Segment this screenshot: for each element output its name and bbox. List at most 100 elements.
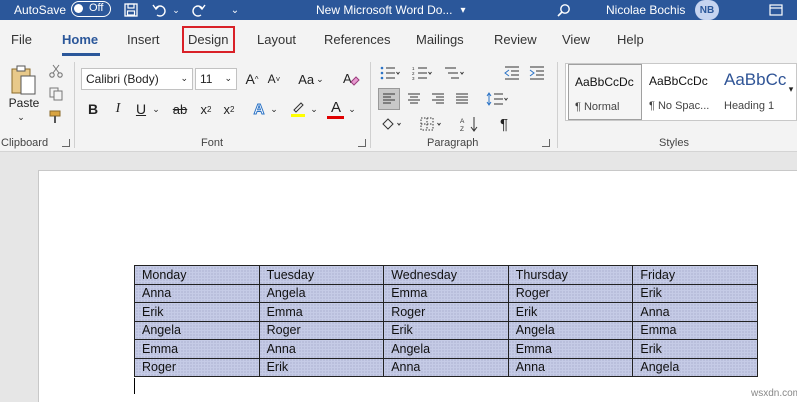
- copy-icon[interactable]: [47, 85, 65, 103]
- table-cell[interactable]: Erik: [632, 339, 758, 359]
- justify-button[interactable]: [451, 88, 473, 110]
- undo-dropdown-icon[interactable]: ⌄: [170, 0, 182, 20]
- shading-icon[interactable]: [378, 114, 406, 134]
- grow-font-icon[interactable]: A ^: [242, 68, 262, 90]
- underline-button[interactable]: U: [132, 98, 150, 120]
- table-cell[interactable]: Angela: [258, 283, 385, 303]
- multilevel-list-icon[interactable]: [442, 64, 466, 82]
- avatar[interactable]: NB: [695, 0, 719, 20]
- tab-file[interactable]: File: [11, 32, 32, 47]
- tab-mailings[interactable]: Mailings: [416, 32, 464, 47]
- align-left-button[interactable]: [378, 88, 400, 110]
- table-cell[interactable]: Roger: [134, 357, 260, 377]
- style-no-spacing[interactable]: AaBbCcDc ¶ No Spac...: [643, 64, 717, 120]
- table-cell[interactable]: Roger: [383, 302, 509, 322]
- tab-home[interactable]: Home: [62, 32, 98, 47]
- table-cell[interactable]: Emma: [134, 339, 260, 359]
- table-cell[interactable]: Angela: [383, 339, 509, 359]
- format-painter-icon[interactable]: [47, 108, 65, 126]
- table-cell[interactable]: Anna: [383, 357, 509, 377]
- numbering-icon[interactable]: 123: [410, 64, 434, 82]
- redo-icon[interactable]: [188, 0, 208, 20]
- table-cell[interactable]: Erik: [134, 302, 260, 322]
- font-color-icon[interactable]: A: [326, 96, 346, 118]
- tab-references[interactable]: References: [324, 32, 390, 47]
- chevron-down-icon: ⌄: [180, 73, 188, 83]
- table-cell[interactable]: Erik: [258, 357, 385, 377]
- bullets-icon[interactable]: [378, 64, 402, 82]
- superscript-button[interactable]: x2: [220, 98, 238, 120]
- tab-help[interactable]: Help: [617, 32, 644, 47]
- clipboard-launcher-icon[interactable]: [62, 139, 70, 147]
- line-spacing-icon[interactable]: [483, 88, 511, 110]
- table-cell[interactable]: Erik: [507, 302, 634, 322]
- decrease-indent-icon[interactable]: [502, 64, 522, 82]
- bold-button[interactable]: B: [84, 98, 102, 120]
- table-cell[interactable]: Emma: [632, 320, 758, 340]
- undo-icon[interactable]: [150, 0, 170, 20]
- table-cell[interactable]: Tuesday: [258, 265, 385, 285]
- paragraph-group-label: Paragraph: [427, 137, 479, 149]
- table-cell[interactable]: Monday: [134, 265, 260, 285]
- shrink-font-icon[interactable]: A ˅: [264, 68, 284, 90]
- autosave-toggle[interactable]: Off: [71, 1, 111, 17]
- table-cell[interactable]: Roger: [507, 283, 634, 303]
- table-cell[interactable]: Wednesday: [383, 265, 509, 285]
- table-cell[interactable]: Angela: [507, 320, 634, 340]
- font-size-select[interactable]: 11 ⌄: [195, 68, 237, 90]
- table-cell[interactable]: Thursday: [507, 265, 634, 285]
- table-cell[interactable]: Emma: [507, 339, 634, 359]
- subscript-button[interactable]: x2: [197, 98, 215, 120]
- align-center-button[interactable]: [403, 88, 425, 110]
- borders-icon[interactable]: [418, 114, 446, 134]
- text-effects-icon[interactable]: A: [250, 98, 268, 120]
- save-icon[interactable]: [121, 0, 141, 20]
- paste-label[interactable]: Paste: [8, 96, 40, 110]
- table-cell[interactable]: Anna: [134, 283, 260, 303]
- sort-icon[interactable]: AZ: [458, 114, 484, 134]
- change-case-button[interactable]: Aa ⌄: [296, 68, 326, 90]
- table-cell[interactable]: Angela: [134, 320, 260, 340]
- table-cell[interactable]: Roger: [258, 320, 385, 340]
- paste-icon[interactable]: [6, 62, 40, 98]
- table-cell[interactable]: Emma: [383, 283, 509, 303]
- style-normal[interactable]: AaBbCcDc ¶ Normal: [568, 64, 642, 120]
- table-cell[interactable]: Anna: [632, 302, 758, 322]
- table-cell[interactable]: Anna: [258, 339, 385, 359]
- italic-button[interactable]: I: [109, 98, 127, 120]
- customize-qat-icon[interactable]: ⌄: [228, 0, 242, 20]
- user-name[interactable]: Nicolae Bochis: [606, 3, 685, 17]
- highlight-icon[interactable]: [288, 98, 308, 120]
- cut-icon[interactable]: [47, 62, 65, 80]
- tab-review[interactable]: Review: [494, 32, 537, 47]
- increase-indent-icon[interactable]: [527, 64, 547, 82]
- search-icon[interactable]: [555, 0, 573, 20]
- tab-insert[interactable]: Insert: [127, 32, 160, 47]
- table-cell[interactable]: Erik: [383, 320, 509, 340]
- font-color-dropdown-icon[interactable]: ⌄: [346, 98, 358, 120]
- style-heading-1[interactable]: AaBbCc Heading 1: [718, 64, 792, 120]
- clear-formatting-icon[interactable]: A: [340, 68, 362, 90]
- strikethrough-button[interactable]: ab: [170, 98, 190, 120]
- font-name-select[interactable]: Calibri (Body) ⌄: [81, 68, 193, 90]
- underline-dropdown-icon[interactable]: ⌄: [150, 98, 162, 120]
- font-launcher-icon[interactable]: [358, 139, 366, 147]
- paste-dropdown-icon[interactable]: ⌄: [14, 112, 28, 122]
- title-dropdown-icon[interactable]: ▾: [456, 0, 470, 20]
- table-cell[interactable]: Anna: [507, 357, 634, 377]
- text-effects-dropdown-icon[interactable]: ⌄: [268, 98, 280, 120]
- table-cell[interactable]: Friday: [632, 265, 758, 285]
- align-right-button[interactable]: [427, 88, 449, 110]
- tab-layout[interactable]: Layout: [257, 32, 296, 47]
- tab-view[interactable]: View: [562, 32, 590, 47]
- table-cell[interactable]: Erik: [632, 283, 758, 303]
- highlight-dropdown-icon[interactable]: ⌄: [308, 98, 320, 120]
- table-cell[interactable]: Angela: [632, 357, 758, 377]
- data-table[interactable]: Monday Tuesday Wednesday Thursday Friday Anna…: [134, 265, 758, 377]
- ribbon-display-icon[interactable]: [765, 0, 787, 20]
- styles-scroll-down-icon[interactable]: ▾: [785, 82, 797, 96]
- table-cell[interactable]: Emma: [258, 302, 385, 322]
- document-title[interactable]: New Microsoft Word Do...: [316, 3, 452, 17]
- paragraph-launcher-icon[interactable]: [542, 139, 550, 147]
- show-formatting-button[interactable]: ¶: [494, 114, 514, 134]
